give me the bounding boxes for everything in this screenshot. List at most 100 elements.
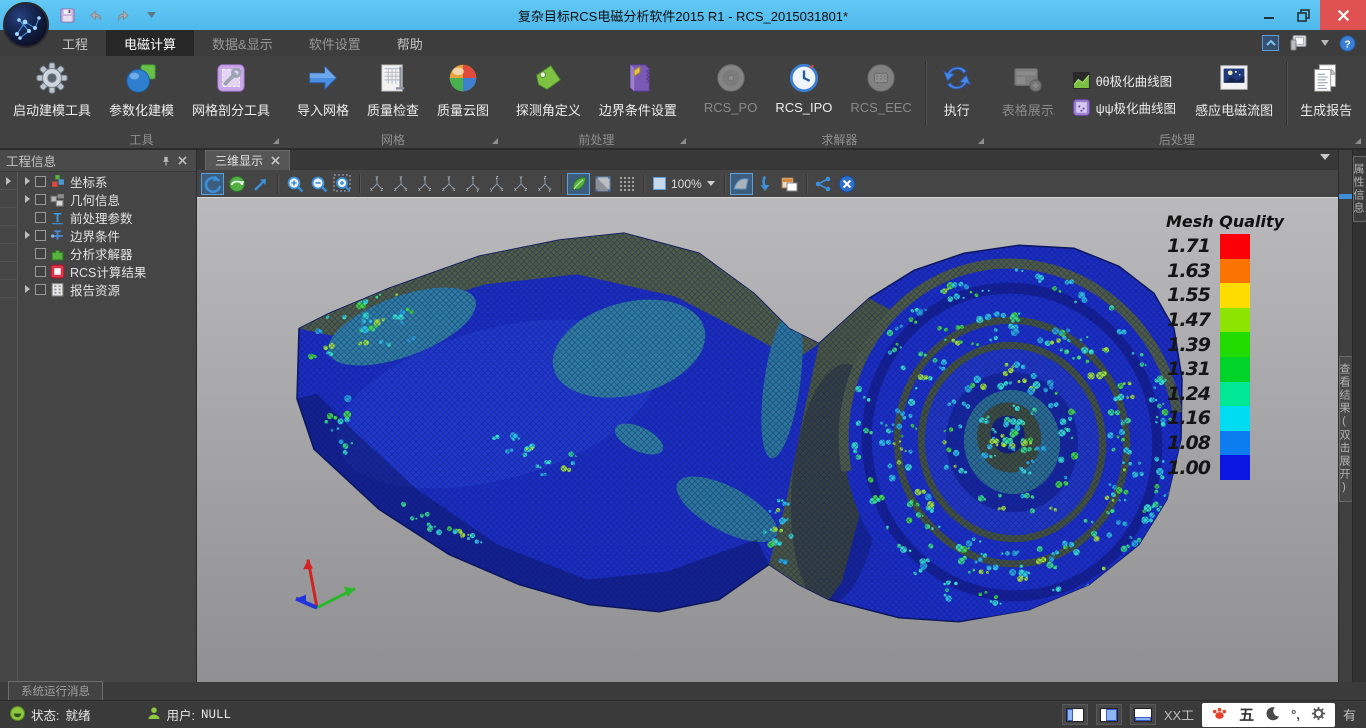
- zoom-level-control[interactable]: 100%: [649, 177, 719, 191]
- layout-left-panel-icon[interactable]: [1062, 704, 1088, 725]
- ribbon-item-求解器-4[interactable]: 执行: [930, 58, 984, 130]
- expander-icon[interactable]: [25, 195, 30, 203]
- view-orientation-icon[interactable]: yzx: [389, 173, 412, 195]
- tree-item-checkbox[interactable]: [35, 266, 46, 277]
- ime-punctuation-label[interactable]: °,: [1291, 707, 1300, 722]
- ribbon-item-前处理-1[interactable]: 探测角定义: [507, 58, 590, 130]
- ime-mode-label[interactable]: 五: [1239, 704, 1254, 725]
- tree-row-selector[interactable]: [0, 208, 17, 226]
- expander-icon[interactable]: [25, 285, 30, 293]
- tree-item-6[interactable]: RCS计算结果: [18, 262, 196, 280]
- expander-icon[interactable]: [25, 177, 30, 185]
- ime-toolbar[interactable]: 五 °,: [1202, 703, 1335, 727]
- tree-item-7[interactable]: 报告资源: [18, 280, 196, 298]
- view-orientation-icon[interactable]: yxz: [365, 173, 388, 195]
- tab-properties[interactable]: 属性信息: [1353, 156, 1366, 222]
- shade-button[interactable]: [591, 173, 614, 195]
- ribbon-item-后处理-1[interactable]: 表格展示: [993, 58, 1063, 130]
- tree-item-4[interactable]: 边界条件: [18, 226, 196, 244]
- tree-item-1[interactable]: 坐标系: [18, 172, 196, 190]
- minimize-button[interactable]: [1252, 0, 1286, 30]
- tree-row-selector[interactable]: [0, 262, 17, 280]
- layout-bottom-panel-icon[interactable]: [1130, 704, 1156, 725]
- ime-moon-icon[interactable]: [1265, 706, 1280, 724]
- view-orientation-icon[interactable]: xzy: [461, 173, 484, 195]
- ribbon-item-求解器-2[interactable]: RCS_IPO: [766, 58, 841, 130]
- tree-item-5[interactable]: 分析求解器: [18, 244, 196, 262]
- tab-list-dropdown-icon[interactable]: [1320, 154, 1330, 160]
- view-orientation-icon[interactable]: zxy: [533, 173, 556, 195]
- tab-view-results[interactable]: 查看结果(双击展开): [1339, 356, 1353, 502]
- tree-item-checkbox[interactable]: [35, 212, 46, 223]
- menu-dropdown-icon[interactable]: [1321, 40, 1329, 46]
- tab-system-messages[interactable]: 系统运行消息: [8, 681, 103, 700]
- panel-close-icon[interactable]: [174, 153, 190, 169]
- tree-item-checkbox[interactable]: [35, 194, 46, 205]
- ribbon-item-后处理-3[interactable]: ψψ极化曲线图: [1069, 98, 1180, 117]
- restore-button[interactable]: [1286, 0, 1320, 30]
- close-button[interactable]: [1320, 0, 1366, 30]
- tree-item-checkbox[interactable]: [35, 176, 46, 187]
- tree-item-checkbox[interactable]: [35, 284, 46, 295]
- group-expand-icon[interactable]: [680, 138, 686, 144]
- download-button[interactable]: [754, 173, 777, 195]
- device-icon[interactable]: [1289, 34, 1311, 52]
- surface-button[interactable]: [730, 173, 753, 195]
- group-expand-icon[interactable]: [978, 138, 984, 144]
- leaf-button[interactable]: [567, 173, 590, 195]
- layers-button[interactable]: [778, 173, 801, 195]
- tree-row-selector[interactable]: [0, 190, 17, 208]
- ribbon-item-前处理-2[interactable]: 边界条件设置: [590, 58, 686, 130]
- ribbon-item-工具-3[interactable]: 网格剖分工具: [183, 58, 279, 130]
- ime-settings-gear-icon[interactable]: [1311, 706, 1326, 724]
- cancel-button[interactable]: [836, 173, 859, 195]
- view-orientation-icon[interactable]: yxz: [413, 173, 436, 195]
- tree-item-3[interactable]: T前处理参数: [18, 208, 196, 226]
- view-orientation-icon[interactable]: vxz: [509, 173, 532, 195]
- tree-row-selector[interactable]: [0, 280, 17, 298]
- tree-item-checkbox[interactable]: [35, 230, 46, 241]
- group-expand-icon[interactable]: [273, 138, 279, 144]
- spin-button[interactable]: [225, 173, 248, 195]
- ribbon-item-求解器-3[interactable]: RCS_EEC: [841, 58, 920, 130]
- ribbon-item-后处理-5[interactable]: 生成报告: [1291, 58, 1361, 130]
- tab-close-icon[interactable]: [271, 156, 280, 165]
- ribbon-item-工具-2[interactable]: 参数化建模: [100, 58, 183, 130]
- menu-tab-4[interactable]: 软件设置: [291, 30, 379, 56]
- ime-paw-icon[interactable]: [1211, 705, 1228, 724]
- menu-tab-3[interactable]: 数据&显示: [194, 30, 291, 56]
- expander-icon[interactable]: [25, 231, 30, 239]
- group-expand-icon[interactable]: [1355, 138, 1361, 144]
- pin-icon[interactable]: [158, 153, 174, 169]
- ribbon-item-网格-3[interactable]: 质量云图: [428, 58, 498, 130]
- menu-tab-1[interactable]: 工程: [44, 30, 106, 56]
- tree-row-selector[interactable]: [0, 226, 17, 244]
- ribbon-item-网格-1[interactable]: 导入网格: [288, 58, 358, 130]
- tree-item-checkbox[interactable]: [35, 248, 46, 259]
- tree-row-selector[interactable]: [0, 172, 17, 190]
- ribbon-item-网格-2[interactable]: 质量检查: [358, 58, 428, 130]
- group-expand-icon[interactable]: [492, 138, 498, 144]
- menu-tab-2[interactable]: 电磁计算: [106, 30, 194, 56]
- zoom-dropdown-icon[interactable]: [707, 181, 715, 186]
- collapse-ribbon-icon[interactable]: [1262, 35, 1279, 51]
- orbit-button[interactable]: [201, 173, 224, 195]
- view-orientation-icon[interactable]: zyx: [485, 173, 508, 195]
- share-button[interactable]: [812, 173, 835, 195]
- zoom-out-button[interactable]: [307, 173, 330, 195]
- ribbon-item-后处理-2[interactable]: θθ极化曲线图: [1069, 71, 1180, 90]
- menu-tab-5[interactable]: 帮助: [379, 30, 441, 56]
- gridpts-button[interactable]: [615, 173, 638, 195]
- viewport-3d[interactable]: Mesh Quality 1.711.631.551.471.391.311.2…: [197, 198, 1338, 682]
- tree-row-selector[interactable]: [0, 244, 17, 262]
- ribbon-item-求解器-1[interactable]: RCS_PO: [695, 58, 766, 130]
- zoom-fit-button[interactable]: [331, 173, 354, 195]
- zoom-in-button[interactable]: [283, 173, 306, 195]
- ribbon-item-后处理-4[interactable]: 感应电磁流图: [1186, 58, 1282, 130]
- help-icon[interactable]: ?: [1339, 35, 1356, 52]
- tree-item-2[interactable]: 几何信息: [18, 190, 196, 208]
- pan-button[interactable]: [249, 173, 272, 195]
- ribbon-item-工具-1[interactable]: 启动建模工具: [4, 58, 100, 130]
- view-orientation-icon[interactable]: yzx: [437, 173, 460, 195]
- tab-3d-display[interactable]: 三维显示: [205, 150, 290, 170]
